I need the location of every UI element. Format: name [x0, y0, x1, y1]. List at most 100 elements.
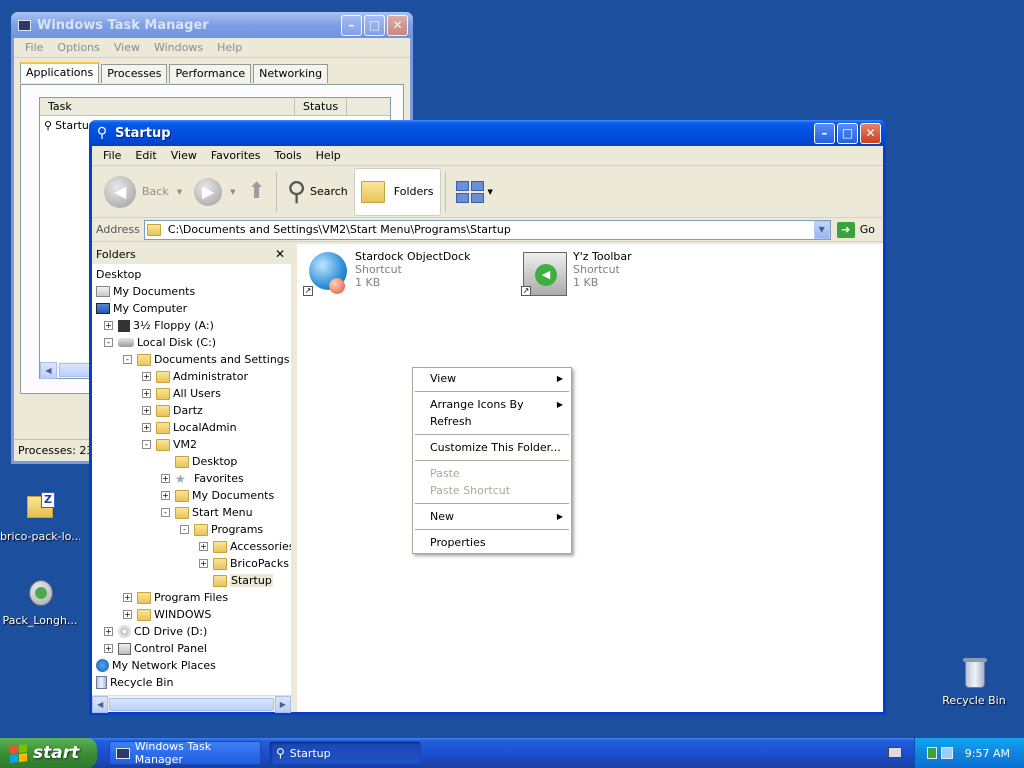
expand-icon[interactable]: + — [161, 491, 170, 500]
tree-item[interactable]: + My Documents — [161, 487, 274, 504]
expand-icon[interactable]: + — [199, 542, 208, 551]
close-icon[interactable]: ✕ — [275, 247, 285, 261]
keyboard-icon[interactable] — [888, 747, 902, 758]
menu-view[interactable]: View — [107, 41, 147, 54]
scroll-thumb[interactable] — [109, 697, 274, 711]
content-pane[interactable]: ↗ Stardock ObjectDock Shortcut 1 KB ◀ ↗ … — [297, 244, 883, 712]
tree-item[interactable]: + Program Files — [123, 589, 228, 606]
menu-item-properties[interactable]: Properties — [413, 534, 571, 551]
tree-item[interactable]: My Computer — [96, 300, 187, 317]
tree-item[interactable]: + All Users — [142, 385, 221, 402]
address-field[interactable]: C:\Documents and Settings\VM2\Start Menu… — [143, 219, 831, 240]
views-button[interactable]: ▼ — [450, 168, 499, 216]
file-item-stardock-objectdock[interactable]: ↗ Stardock ObjectDock Shortcut 1 KB — [303, 250, 470, 298]
minimize-button[interactable]: – — [814, 122, 835, 144]
close-button[interactable]: ✕ — [860, 122, 881, 144]
tab-processes[interactable]: Processes — [101, 64, 168, 83]
tree-item[interactable]: + WINDOWS — [123, 606, 211, 623]
menu-item-new[interactable]: New ▶ — [413, 508, 571, 525]
expand-icon[interactable]: + — [123, 593, 132, 602]
desktop-icon-brico-pack[interactable]: Z brico-pack-lo... — [0, 492, 80, 543]
taskbar-item-task-manager[interactable]: Windows Task Manager — [109, 740, 261, 766]
collapse-icon[interactable]: - — [180, 525, 189, 534]
collapse-icon[interactable]: - — [123, 355, 132, 364]
tree-item[interactable]: + Administrator — [142, 368, 248, 385]
tree-item[interactable]: - VM2 — [142, 436, 197, 453]
menu-options[interactable]: Options — [50, 41, 106, 54]
tree-item[interactable]: +3½ Floppy (A:) — [104, 317, 214, 334]
folders-hscroll[interactable]: ◀ ▶ — [92, 695, 291, 713]
tab-performance[interactable]: Performance — [169, 64, 252, 83]
expand-icon[interactable]: + — [161, 474, 170, 483]
minimize-button[interactable]: – — [341, 14, 362, 36]
close-button[interactable]: ✕ — [387, 14, 408, 36]
column-task[interactable]: Task — [40, 98, 295, 115]
scroll-right-button[interactable]: ▶ — [274, 695, 291, 713]
folder-tree[interactable]: Desktop My Documents My Computer +3½ Floppy… — [92, 264, 291, 695]
column-status[interactable]: Status — [295, 98, 348, 115]
tree-item[interactable]: - Start Menu — [161, 504, 253, 521]
menu-windows[interactable]: Windows — [147, 41, 210, 54]
desktop-icon-recycle-bin[interactable]: Recycle Bin — [934, 656, 1014, 707]
scroll-left-button[interactable]: ◀ — [40, 362, 57, 379]
menu-item-refresh[interactable]: Refresh — [413, 413, 571, 430]
tree-item[interactable]: - Programs — [180, 521, 263, 538]
menu-file[interactable]: File — [96, 149, 128, 162]
expand-icon[interactable]: + — [142, 406, 151, 415]
expand-icon[interactable]: + — [104, 644, 113, 653]
tree-item[interactable]: Desktop — [161, 453, 237, 470]
expand-icon[interactable]: + — [199, 559, 208, 568]
tree-item[interactable]: + CD Drive (D:) — [104, 623, 207, 640]
collapse-icon[interactable]: - — [161, 508, 170, 517]
tree-item[interactable]: - Local Disk (C:) — [104, 334, 216, 351]
back-button[interactable]: ◀ Back ▼ — [98, 168, 188, 216]
forward-button[interactable]: ▶ ▼ — [188, 168, 241, 216]
file-item-yz-toolbar[interactable]: ◀ ↗ Y'z Toolbar Shortcut 1 KB — [521, 250, 632, 298]
menu-help[interactable]: Help — [309, 149, 348, 162]
tree-item[interactable]: + Dartz — [142, 402, 203, 419]
clock[interactable]: 9:57 AM — [965, 747, 1010, 760]
tree-item[interactable]: + LocalAdmin — [142, 419, 237, 436]
tree-item[interactable]: + ★ Favorites — [161, 470, 244, 487]
collapse-icon[interactable]: - — [142, 440, 151, 449]
tree-item[interactable]: My Documents — [96, 283, 195, 300]
expand-icon[interactable]: + — [142, 389, 151, 398]
scroll-left-button[interactable]: ◀ — [92, 695, 109, 713]
maximize-button[interactable]: □ — [364, 14, 385, 36]
explorer-titlebar[interactable]: ⚲ Startup – □ ✕ — [89, 120, 886, 146]
taskbar-item-startup[interactable]: ⚲ Startup — [269, 741, 421, 765]
search-button[interactable]: ⚲ Search — [281, 168, 354, 216]
menu-file[interactable]: File — [18, 41, 50, 54]
menu-tools[interactable]: Tools — [268, 149, 309, 162]
tree-item[interactable]: + Accessories — [199, 538, 291, 555]
tree-item[interactable]: My Network Places — [96, 657, 216, 674]
tab-networking[interactable]: Networking — [253, 64, 329, 83]
tab-applications[interactable]: Applications — [20, 62, 100, 83]
collapse-icon[interactable]: - — [104, 338, 113, 347]
up-button[interactable]: ⬆ — [242, 168, 272, 216]
tray-app-icon[interactable] — [926, 747, 937, 759]
tree-item[interactable]: - Documents and Settings — [123, 351, 290, 368]
expand-icon[interactable]: + — [104, 321, 113, 330]
folders-button[interactable]: Folders — [353, 167, 441, 216]
expand-icon[interactable]: + — [142, 423, 151, 432]
network-icon[interactable] — [940, 747, 953, 759]
start-button[interactable]: start — [0, 738, 97, 768]
desktop-icon-pack-longhorn[interactable]: Pack_Longh... — [0, 576, 80, 627]
menu-help[interactable]: Help — [210, 41, 249, 54]
tree-item[interactable]: Startup — [199, 572, 273, 589]
task-manager-titlebar[interactable]: Windows Task Manager – □ ✕ — [11, 12, 413, 38]
menu-item-arrange-icons-by[interactable]: Arrange Icons By ▶ — [413, 396, 571, 413]
expand-icon[interactable]: + — [142, 372, 151, 381]
menu-view[interactable]: View — [164, 149, 204, 162]
go-button[interactable]: ➜ Go — [831, 221, 883, 238]
menu-edit[interactable]: Edit — [128, 149, 163, 162]
menu-favorites[interactable]: Favorites — [204, 149, 268, 162]
tree-item[interactable]: + Control Panel — [104, 640, 207, 657]
address-dropdown-button[interactable]: ▼ — [813, 220, 830, 239]
menu-item-customize-folder[interactable]: Customize This Folder... — [413, 439, 571, 456]
tree-item[interactable]: Desktop — [96, 266, 141, 283]
expand-icon[interactable]: + — [104, 627, 113, 636]
maximize-button[interactable]: □ — [837, 122, 858, 144]
menu-item-view[interactable]: View ▶ — [413, 370, 571, 387]
